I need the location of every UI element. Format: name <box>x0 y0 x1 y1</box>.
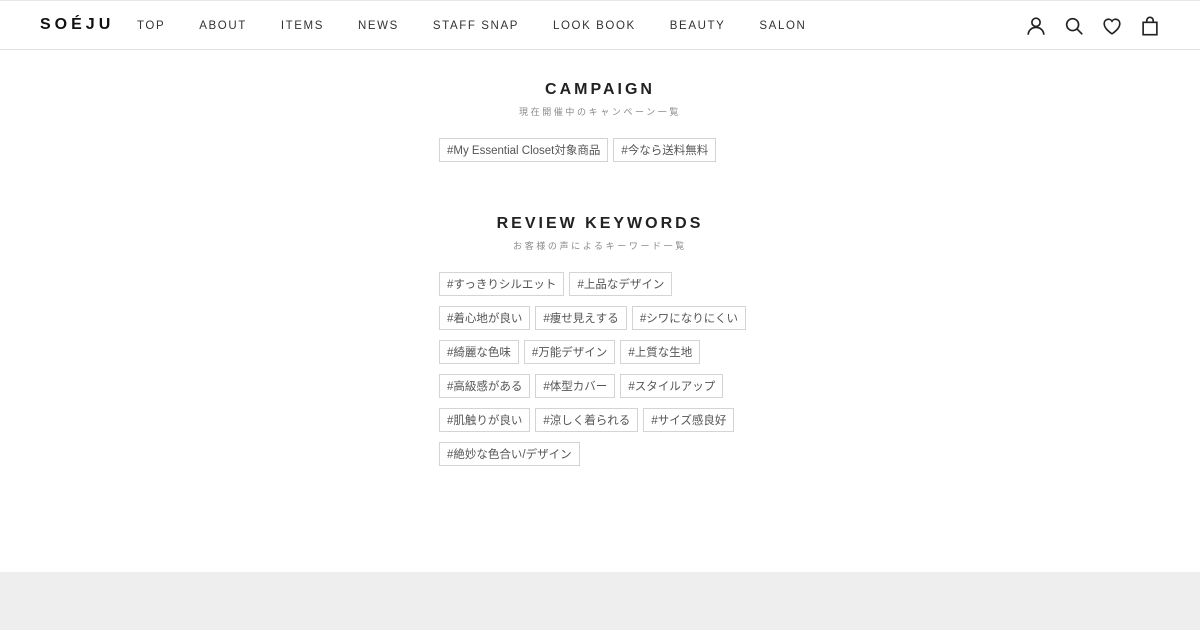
keyword-tag[interactable]: #サイズ感良好 <box>643 408 735 432</box>
user-icon[interactable] <box>1024 14 1048 38</box>
campaign-title: CAMPAIGN <box>545 81 655 98</box>
nav-item-staff-snap[interactable]: STAFF SNAP <box>433 20 519 32</box>
keyword-tag[interactable]: #シワになりにくい <box>631 306 746 330</box>
campaign-tag-list: #My Essential Closet対象商品 #今なら送料無料 <box>439 138 839 170</box>
keyword-tag[interactable]: #上品なデザイン <box>569 272 673 296</box>
nav-item-top[interactable]: TOP <box>137 20 165 32</box>
search-icon[interactable] <box>1062 14 1086 38</box>
nav-item-about[interactable]: ABOUT <box>199 20 247 32</box>
review-section: REVIEW KEYWORDS お客様の声によるキーワード一覧 <box>0 215 1200 252</box>
nav-item-salon[interactable]: SALON <box>759 20 806 32</box>
review-subtitle: お客様の声によるキーワード一覧 <box>513 241 687 251</box>
keyword-tag[interactable]: #綺麗な色味 <box>439 340 519 364</box>
keyword-tag[interactable]: #体型カバー <box>535 374 616 398</box>
review-tag-list: #すっきりシルエット #上品なデザイン #着心地が良い #痩せ見えする #シワに… <box>439 272 779 476</box>
keyword-tag[interactable]: #痩せ見えする <box>535 306 627 330</box>
campaign-subtitle: 現在開催中のキャンペーン一覧 <box>519 107 681 117</box>
bag-icon[interactable] <box>1138 14 1162 38</box>
main-nav: TOP ABOUT ITEMS NEWS STAFF SNAP LOOK BOO… <box>137 1 840 51</box>
keyword-tag[interactable]: #涼しく着られる <box>535 408 639 432</box>
site-header: SOÉJU TOP ABOUT ITEMS NEWS STAFF SNAP LO… <box>0 0 1200 50</box>
campaign-section: CAMPAIGN 現在開催中のキャンペーン一覧 <box>0 81 1200 118</box>
keyword-tag[interactable]: #万能デザイン <box>523 340 616 364</box>
review-title: REVIEW KEYWORDS <box>496 215 704 232</box>
nav-item-items[interactable]: ITEMS <box>281 20 324 32</box>
keyword-tag[interactable]: #上質な生地 <box>620 340 701 364</box>
heart-icon[interactable] <box>1100 14 1124 38</box>
keyword-tag[interactable]: #高級感がある <box>439 374 531 398</box>
keyword-tag[interactable]: #スタイルアップ <box>620 374 724 398</box>
keyword-tag[interactable]: #絶妙な色合い/デザイン <box>439 442 580 466</box>
header-icon-group <box>1010 14 1162 38</box>
nav-item-look-book[interactable]: LOOK BOOK <box>553 20 636 32</box>
brand-logo[interactable]: SOÉJU <box>40 16 114 34</box>
keyword-tag[interactable]: #着心地が良い <box>439 306 531 330</box>
campaign-tag[interactable]: #My Essential Closet対象商品 <box>439 138 609 162</box>
campaign-tag[interactable]: #今なら送料無料 <box>613 138 717 162</box>
footer-band <box>0 572 1200 630</box>
nav-item-news[interactable]: NEWS <box>358 20 399 32</box>
keyword-tag[interactable]: #すっきりシルエット <box>439 272 565 296</box>
keyword-tag[interactable]: #肌触りが良い <box>439 408 531 432</box>
nav-item-beauty[interactable]: BEAUTY <box>670 20 726 32</box>
